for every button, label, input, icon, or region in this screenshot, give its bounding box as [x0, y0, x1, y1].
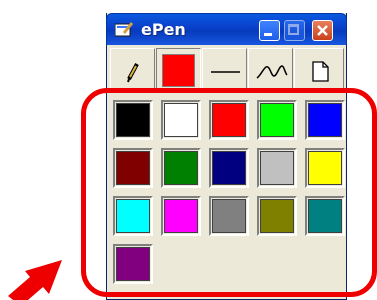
current-color-swatch: [162, 54, 195, 87]
freehand-line-tool-button[interactable]: [248, 48, 293, 93]
new-page-tool-button[interactable]: [294, 48, 344, 93]
window-title: ePen: [141, 20, 186, 39]
maximize-button[interactable]: [284, 20, 305, 41]
close-icon: [317, 25, 328, 36]
palette-highlight-outline: [81, 88, 377, 297]
color-tool-button[interactable]: [156, 48, 201, 93]
app-icon: [115, 22, 133, 37]
straight-line-tool-button[interactable]: [202, 48, 247, 93]
toolbar: [110, 48, 344, 93]
minimize-button[interactable]: [259, 20, 280, 41]
minimize-icon: [264, 33, 272, 36]
close-button[interactable]: [312, 20, 333, 41]
red-arrow-icon: [8, 260, 62, 300]
maximize-icon: [288, 24, 299, 35]
pencil-tool-button[interactable]: [110, 48, 155, 93]
title-bar[interactable]: ePen: [106, 13, 347, 45]
